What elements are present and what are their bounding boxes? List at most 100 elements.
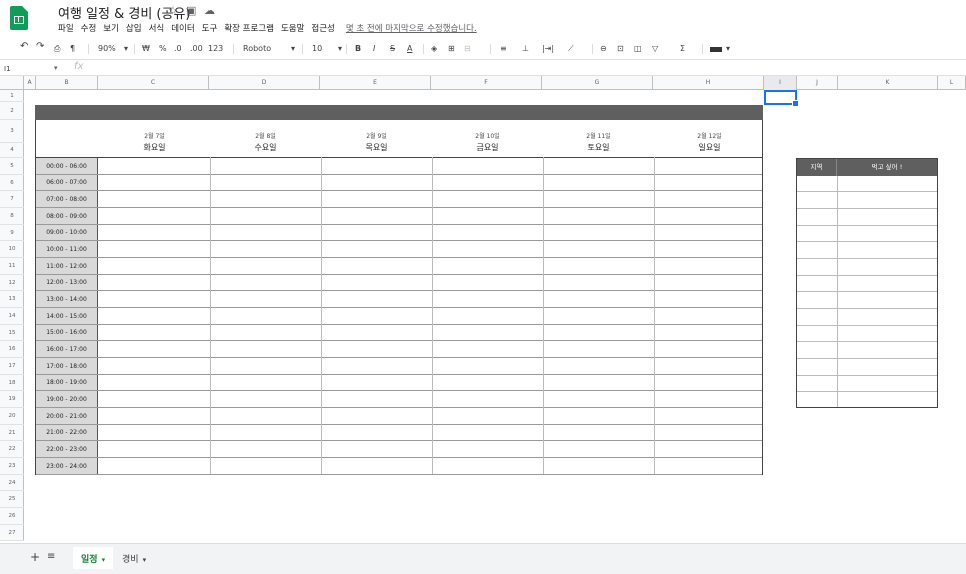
- time-slot-label[interactable]: 00:00 - 06:00: [36, 158, 98, 175]
- chevron-down-icon[interactable]: ▾: [54, 64, 58, 72]
- time-slot-label[interactable]: 09:00 - 10:00: [36, 225, 98, 241]
- number-format-select[interactable]: 123: [208, 44, 223, 53]
- sheet-grid[interactable]: 2월 7일 화요일 2월 8일 수요일 2월 9일 목요일 2월 10일 금요일 2월 11일 토…: [24, 90, 966, 541]
- row-header[interactable]: 2: [0, 102, 24, 120]
- corner-cell[interactable]: [0, 76, 24, 90]
- all-sheets-icon[interactable]: ≡: [47, 551, 55, 562]
- time-slot-label[interactable]: 22:00 - 23:00: [36, 441, 98, 458]
- rotate-icon[interactable]: ⟋: [568, 44, 574, 54]
- italic-button[interactable]: I: [373, 44, 375, 53]
- time-slot-label[interactable]: 18:00 - 19:00: [36, 375, 98, 391]
- row-header[interactable]: 1: [0, 90, 24, 102]
- time-slot-label[interactable]: 13:00 - 14:00: [36, 291, 98, 308]
- currency-format-button[interactable]: ₩: [142, 44, 150, 53]
- folder-icon[interactable]: ▣: [186, 4, 196, 17]
- star-icon[interactable]: ☆: [168, 4, 178, 17]
- column-header[interactable]: E: [320, 76, 431, 90]
- column-header[interactable]: B: [36, 76, 98, 90]
- sheet-tab[interactable]: 경비 ▾: [122, 552, 146, 565]
- row-header[interactable]: 10: [0, 241, 24, 258]
- time-slot-label[interactable]: 17:00 - 18:00: [36, 358, 98, 375]
- increase-decimal-button[interactable]: .00: [190, 44, 203, 53]
- row-header[interactable]: 26: [0, 508, 24, 525]
- text-color-button[interactable]: A: [407, 44, 412, 53]
- column-header[interactable]: A: [24, 76, 36, 90]
- last-edit-link[interactable]: 몇 초 전에 마지막으로 수정했습니다.: [346, 24, 477, 34]
- menu-item[interactable]: 데이터: [171, 24, 194, 34]
- font-size-input[interactable]: 10: [312, 44, 322, 53]
- row-header[interactable]: 23: [0, 458, 24, 475]
- fill-color-icon[interactable]: ◈: [431, 44, 437, 53]
- filter-icon[interactable]: ▽: [652, 44, 658, 53]
- menu-item[interactable]: 도구: [202, 24, 218, 34]
- row-header[interactable]: 8: [0, 208, 24, 225]
- column-header[interactable]: L: [938, 76, 966, 90]
- paint-format-icon[interactable]: ¶: [70, 44, 75, 53]
- menu-item[interactable]: 도움말: [281, 24, 304, 34]
- time-slot-label[interactable]: 08:00 - 09:00: [36, 208, 98, 225]
- menu-item[interactable]: 파일: [58, 24, 74, 34]
- menu-item[interactable]: 보기: [103, 24, 119, 34]
- time-slot-label[interactable]: 21:00 - 22:00: [36, 425, 98, 441]
- menu-item[interactable]: 서식: [149, 24, 165, 34]
- chart-icon[interactable]: ◫: [634, 44, 642, 53]
- row-header[interactable]: 13: [0, 291, 24, 308]
- column-header[interactable]: K: [838, 76, 938, 90]
- time-slot-label[interactable]: 20:00 - 21:00: [36, 408, 98, 425]
- row-header[interactable]: 25: [0, 491, 24, 508]
- time-slot-label[interactable]: 16:00 - 17:00: [36, 341, 98, 358]
- chevron-down-icon[interactable]: ▾: [338, 44, 342, 53]
- chevron-down-icon[interactable]: ▾: [102, 556, 106, 564]
- borders-icon[interactable]: ⊞: [448, 44, 455, 53]
- row-header[interactable]: 5: [0, 158, 24, 175]
- row-header[interactable]: 15: [0, 325, 24, 341]
- align-left-icon[interactable]: ≡: [500, 44, 507, 53]
- chevron-down-icon[interactable]: ▾: [143, 556, 147, 564]
- column-header[interactable]: F: [431, 76, 542, 90]
- column-header[interactable]: I: [764, 76, 797, 90]
- row-header[interactable]: 6: [0, 175, 24, 191]
- row-header[interactable]: 4: [0, 143, 24, 158]
- font-select[interactable]: Roboto: [243, 44, 271, 53]
- column-header[interactable]: C: [98, 76, 209, 90]
- percent-format-button[interactable]: %: [159, 44, 167, 53]
- sheet-tab[interactable]: 일정 ▾: [73, 547, 114, 569]
- row-header[interactable]: 9: [0, 225, 24, 241]
- time-slot-label[interactable]: 06:00 - 07:00: [36, 175, 98, 191]
- link-icon[interactable]: ⊖: [600, 44, 607, 53]
- redo-icon[interactable]: ↷: [36, 41, 44, 52]
- undo-icon[interactable]: ↶: [20, 41, 28, 52]
- menu-item[interactable]: 확장 프로그램: [224, 24, 274, 34]
- row-header[interactable]: 16: [0, 341, 24, 358]
- column-header[interactable]: J: [797, 76, 838, 90]
- menu-item[interactable]: 수정: [81, 24, 97, 34]
- row-header[interactable]: 17: [0, 358, 24, 375]
- row-header[interactable]: 12: [0, 275, 24, 291]
- row-header[interactable]: 11: [0, 258, 24, 275]
- column-header[interactable]: D: [209, 76, 320, 90]
- column-header[interactable]: G: [542, 76, 653, 90]
- bold-button[interactable]: B: [355, 44, 361, 53]
- wrap-icon[interactable]: |⇥|: [542, 44, 554, 53]
- time-slot-label[interactable]: 19:00 - 20:00: [36, 391, 98, 408]
- chevron-down-icon[interactable]: ▾: [291, 44, 295, 53]
- merge-cells-icon[interactable]: ⊟: [464, 44, 471, 53]
- name-box[interactable]: I1: [4, 65, 11, 73]
- row-header[interactable]: 18: [0, 375, 24, 391]
- functions-icon[interactable]: Σ: [680, 44, 685, 53]
- comment-icon[interactable]: ⊡: [617, 44, 624, 53]
- chevron-down-icon[interactable]: ▾: [124, 44, 128, 53]
- time-slot-label[interactable]: 07:00 - 08:00: [36, 191, 98, 208]
- row-header[interactable]: 22: [0, 441, 24, 458]
- time-slot-label[interactable]: 14:00 - 15:00: [36, 308, 98, 325]
- row-header[interactable]: 19: [0, 391, 24, 408]
- print-icon[interactable]: ⎙: [54, 44, 60, 54]
- time-slot-label[interactable]: 12:00 - 13:00: [36, 275, 98, 291]
- sheets-logo-icon[interactable]: [10, 6, 28, 30]
- menu-item[interactable]: 접근성: [311, 24, 334, 34]
- chevron-down-icon[interactable]: ▾: [726, 44, 730, 53]
- time-slot-label[interactable]: 23:00 - 24:00: [36, 458, 98, 475]
- row-header[interactable]: 24: [0, 475, 24, 491]
- time-slot-label[interactable]: 15:00 - 16:00: [36, 325, 98, 341]
- decrease-decimal-button[interactable]: .0: [174, 44, 182, 53]
